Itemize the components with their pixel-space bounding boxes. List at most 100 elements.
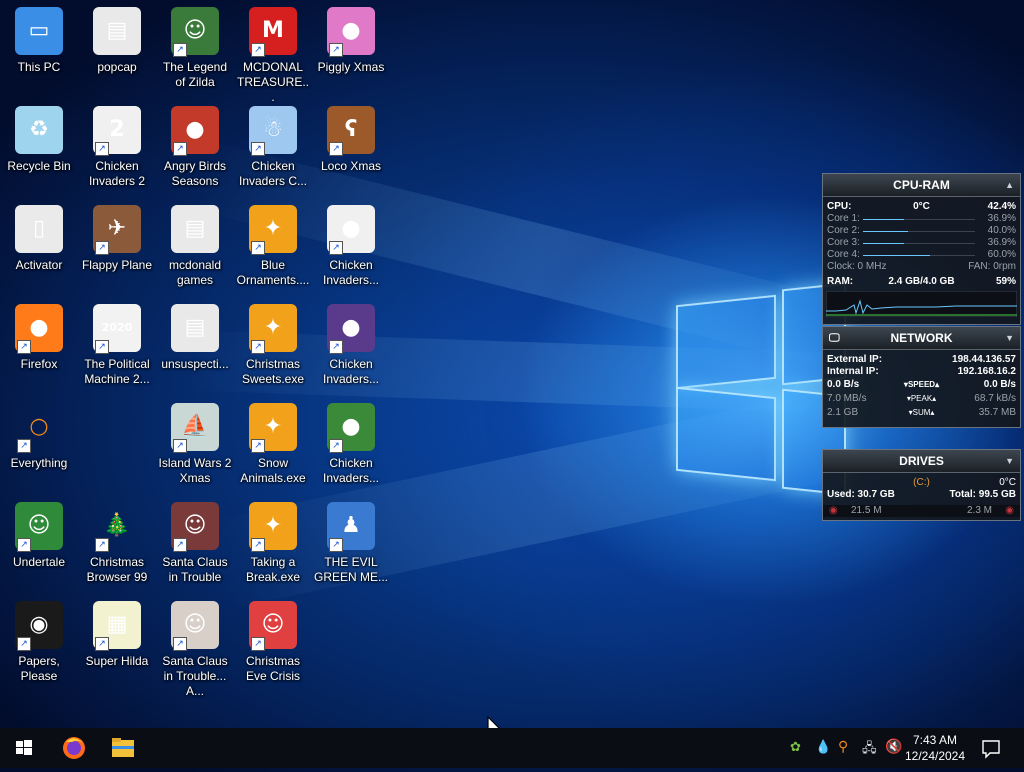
tray-app-icon[interactable]: ✿ <box>790 739 801 755</box>
desktop-icon[interactable]: ☺ ↗ Christmas Eve Crisis <box>234 594 312 690</box>
desktop-icon-label: unsuspecti... <box>161 357 229 371</box>
dropdown-arrow-icon[interactable]: ▼ <box>1005 450 1014 472</box>
gadget-header[interactable]: DRIVES ▼ <box>823 450 1020 473</box>
desktop-icon[interactable]: ▭ This PC <box>0 0 78 96</box>
undertale-icon: ☺ ↗ <box>15 502 63 552</box>
desktop-icon[interactable]: ▦ ↗ Super Hilda <box>78 594 156 690</box>
shortcut-arrow-icon: ↗ <box>173 142 187 156</box>
collapse-arrow-icon[interactable]: ▲ <box>1005 174 1014 196</box>
desktop-icon[interactable]: ● ↗ Chicken Invaders... <box>312 198 390 294</box>
desktop-icon[interactable]: ● ↗ Firefox <box>0 297 78 393</box>
desktop-icon[interactable]: ✦ ↗ Blue Ornaments.... <box>234 198 312 294</box>
read-rate: 21.5 M <box>851 505 882 516</box>
taskbar: ✿ 💧 ⚲ 🖧 🔇 7:43 AM 12/24/2024 <box>0 728 1024 768</box>
taskbar-clock[interactable]: 7:43 AM 12/24/2024 <box>902 732 968 764</box>
search-tray-icon[interactable]: ⚲ <box>838 738 848 755</box>
desktop-icon[interactable]: ● ↗ Piggly Xmas <box>312 0 390 96</box>
external-ip-value: 198.44.136.57 <box>952 354 1016 365</box>
action-center-button[interactable] <box>968 728 1012 768</box>
desktop-icon[interactable]: M ↗ MCDONAL TREASURE... <box>234 0 312 104</box>
angry-birds-icon: ● ↗ <box>171 106 219 156</box>
desktop-icon[interactable]: ☺ ↗ The Legend of Zilda <box>156 0 234 96</box>
desktop-icon[interactable]: ● ↗ Chicken Invaders... <box>312 297 390 393</box>
network-icon[interactable]: 🖧 <box>862 739 877 761</box>
desktop-icon[interactable]: ✈ ↗ Flappy Plane <box>78 198 156 294</box>
internal-ip-label: Internal IP: <box>827 366 879 377</box>
island-icon: ⛵ ↗ <box>171 403 219 453</box>
cpu-value: 42.4% <box>987 201 1016 212</box>
desktop-icon[interactable]: ✦ ↗ Taking a Break.exe <box>234 495 312 591</box>
core-value: 36.9% <box>987 237 1016 248</box>
gadget-header[interactable]: CPU-RAM ▲ <box>823 174 1020 197</box>
cpu-history-graph <box>826 291 1017 317</box>
volume-muted-icon[interactable]: 🔇 <box>885 738 902 755</box>
desktop-icon[interactable]: 🎄 ↗ Christmas Browser 99 <box>78 495 156 591</box>
core-bar-fill <box>863 255 930 256</box>
drives-gadget[interactable]: DRIVES ▼ (C:) 0°C Used: 30.7 GB Total: 9… <box>822 449 1021 521</box>
messenger-icon: ♟ ↗ <box>327 502 375 552</box>
santa-icon: ☺ ↗ <box>171 601 219 651</box>
ram-usage: 2.4 GB/4.0 GB <box>888 276 955 287</box>
desktop-icon[interactable]: ☺ ↗ Santa Claus in Trouble <box>156 495 234 591</box>
desktop-icon[interactable]: ⛵ ↗ Island Wars 2 Xmas <box>156 396 234 492</box>
clock-date: 12/24/2024 <box>904 749 966 763</box>
shortcut-arrow-icon: ↗ <box>17 538 31 552</box>
taskbar-firefox-button[interactable] <box>50 728 98 768</box>
dropdown-arrow-icon[interactable]: ▼ <box>1005 327 1014 349</box>
game-legend-icon: ☺ ↗ <box>171 7 219 57</box>
desktop-icon[interactable]: 2020 ↗ The Political Machine 2... <box>78 297 156 393</box>
shortcut-arrow-icon: ↗ <box>95 142 109 156</box>
start-button[interactable] <box>0 728 48 768</box>
desktop-icon-label: Super Hilda <box>85 654 149 668</box>
puzzle-icon: ✦ ↗ <box>249 403 297 453</box>
desktop-icon-label: The Legend of Zilda <box>162 60 228 89</box>
desktop-icon-label: Chicken Invaders... <box>322 357 380 386</box>
shortcut-arrow-icon: ↗ <box>329 142 343 156</box>
core-value: 36.9% <box>987 213 1016 224</box>
wallpaper-logo-pane <box>676 386 776 482</box>
chicken-icon: ● ↗ <box>327 205 375 255</box>
desktop-icon[interactable]: ◉ ↗ Papers, Please <box>0 594 78 690</box>
desktop-icon[interactable]: ▯ Activator <box>0 198 78 294</box>
desktop-icon[interactable]: ▤ popcap <box>78 0 156 96</box>
desktop-icon[interactable]: ▤ mcdonald games <box>156 198 234 294</box>
desktop-icon[interactable]: ▤ unsuspecti... <box>156 297 234 393</box>
desktop-icon-label: Taking a Break.exe <box>245 555 301 584</box>
desktop-icon[interactable]: ✦ ↗ Snow Animals.exe <box>234 396 312 492</box>
peak-upload: 68.7 kB/s <box>974 393 1016 404</box>
water-drop-icon[interactable]: 💧 <box>815 739 831 755</box>
desktop-icon[interactable]: ʕ ↗ Loco Xmas <box>312 99 390 195</box>
shortcut-arrow-icon: ↗ <box>95 340 109 354</box>
network-gadget[interactable]: 🖵 NETWORK ▼ External IP: 198.44.136.57 I… <box>822 326 1021 428</box>
internal-ip-row: Internal IP: 192.168.16.2 <box>823 366 1020 378</box>
desktop-icon[interactable]: ☃ ↗ Chicken Invaders C... <box>234 99 312 195</box>
shortcut-arrow-icon: ↗ <box>251 142 265 156</box>
system-tray: ✿ 💧 ⚲ 🖧 🔇 <box>788 728 908 768</box>
gadget-header[interactable]: 🖵 NETWORK ▼ <box>823 327 1020 350</box>
desktop-icon[interactable]: ♟ ↗ THE EVIL GREEN ME... <box>312 495 390 591</box>
desktop-icon[interactable]: ✦ ↗ Christmas Sweets.exe <box>234 297 312 393</box>
shortcut-arrow-icon: ↗ <box>251 439 265 453</box>
desktop-icon[interactable]: ♻ Recycle Bin <box>0 99 78 195</box>
desktop-icon-label: Firefox <box>20 357 58 371</box>
shortcut-arrow-icon: ↗ <box>329 340 343 354</box>
desktop-icon-label: Christmas Eve Crisis <box>245 654 300 683</box>
internal-ip-value: 192.168.16.2 <box>957 366 1016 377</box>
desktop-icon[interactable]: 2 ↗ Chicken Invaders 2 <box>78 99 156 195</box>
sum-upload: 35.7 MB <box>978 407 1016 418</box>
notification-icon <box>982 740 1000 759</box>
shortcut-arrow-icon: ↗ <box>95 637 109 651</box>
desktop-icon-label: Activator <box>15 258 63 272</box>
desktop-icon[interactable]: ● ↗ Chicken Invaders... <box>312 396 390 492</box>
taskbar-file-explorer-button[interactable] <box>99 728 147 768</box>
core-label: Core 3: <box>827 237 860 248</box>
desktop-icon[interactable]: ○ ↗ Everything <box>0 396 78 492</box>
shortcut-arrow-icon: ↗ <box>173 637 187 651</box>
cpu-ram-gadget[interactable]: CPU-RAM ▲ CPU: 0°C 42.4% Core 1: 36.9% Cor… <box>822 173 1021 325</box>
core-bar-fill <box>863 231 908 232</box>
piggy-icon: ● ↗ <box>327 7 375 57</box>
desktop-icon[interactable]: ● ↗ Angry Birds Seasons <box>156 99 234 195</box>
desktop-icon[interactable]: ☺ ↗ Undertale <box>0 495 78 591</box>
drive-temp: 0°C <box>999 477 1016 488</box>
desktop-icon[interactable]: ☺ ↗ Santa Claus in Trouble... A... <box>156 594 234 698</box>
